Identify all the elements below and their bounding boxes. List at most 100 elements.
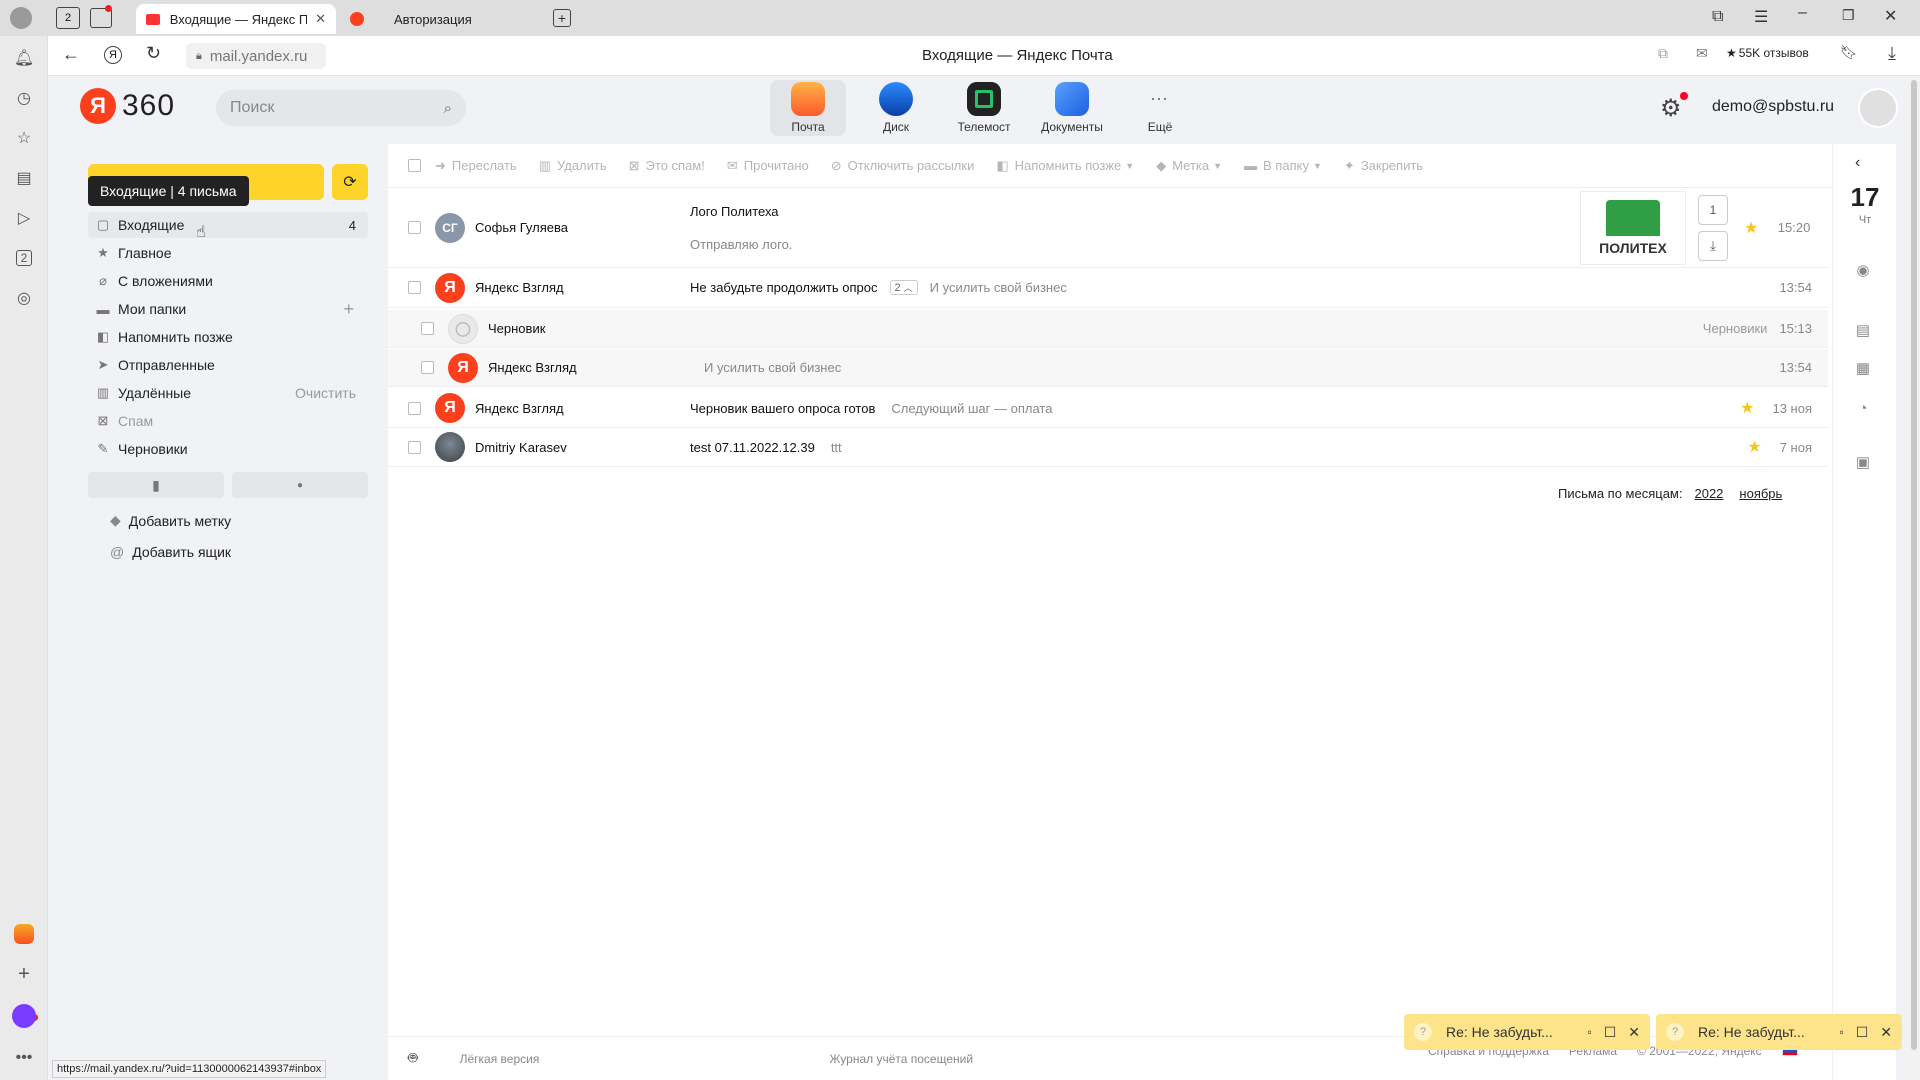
labels-tab-button[interactable]: ▮ [88, 472, 224, 498]
mail-action-icon[interactable]: ✉ [1696, 45, 1708, 62]
search-input[interactable]: Поиск [230, 99, 274, 117]
forward-button[interactable]: ➜ Переслать [435, 158, 517, 174]
close-draft-icon[interactable]: ✕ [1628, 1024, 1640, 1041]
draft-window[interactable]: ? Re: Не забудьт... ▫ ☐ ✕ [1404, 1014, 1650, 1050]
draft-window[interactable]: ? Re: Не забудьт... ▫ ☐ ✕ [1656, 1014, 1902, 1050]
tab-authorization[interactable]: Авторизация [340, 4, 530, 34]
user-email[interactable]: demo@spbstu.ru [1712, 98, 1834, 116]
delete-button[interactable]: ▥ Удалить [539, 158, 607, 174]
page-scrollbar[interactable] [1908, 76, 1920, 1080]
pin-button[interactable]: ✦ Закрепить [1344, 158, 1423, 174]
calendar-day[interactable]: 17 [1843, 182, 1887, 213]
folder-sent[interactable]: ➤ Отправленные [94, 352, 364, 378]
add-panel-icon[interactable]: + [12, 962, 36, 986]
minimize-draft-icon[interactable]: ▫ [1587, 1025, 1591, 1039]
service-mail[interactable]: Почта [770, 80, 846, 136]
tabs-overview-button[interactable]: 2 [56, 7, 80, 29]
restore-icon[interactable]: ❐ [1842, 7, 1855, 24]
tab-inbox[interactable]: Входящие — Яндекс П ✕ [136, 4, 336, 34]
folder-drafts[interactable]: ✎ Черновики [94, 436, 364, 462]
folder-inbox[interactable]: ▢ Входящие 4 [94, 212, 364, 238]
url-field[interactable]: 🔒︎ mail.yandex.ru [186, 43, 326, 69]
message-row[interactable]: СГ Софья Гуляева Лого Политеха Отправляю… [388, 188, 1828, 268]
bookmarks-panel-icon[interactable]: ⧉ [1712, 8, 1723, 26]
logo[interactable]: Я 360 [80, 88, 175, 124]
reload-icon[interactable]: ↻ [146, 43, 161, 64]
mark-read-button[interactable]: ✉ Прочитано [727, 158, 809, 174]
archive-month-link[interactable]: ноябрь [1739, 486, 1782, 501]
search-icon[interactable]: ⌕ [444, 100, 452, 117]
tab-number-icon[interactable]: 2 [12, 246, 36, 270]
service-more[interactable]: ⋯ Ещё [1122, 80, 1198, 138]
share-icon[interactable]: ⧉ [1658, 45, 1668, 62]
star-icon[interactable]: ★ [1747, 437, 1761, 457]
remind-later-button[interactable]: ◧ Напомнить позже ▼ [996, 158, 1134, 174]
search-field[interactable]: Поиск ⌕ [216, 90, 466, 126]
back-icon[interactable]: ← [62, 44, 80, 65]
message-checkbox[interactable] [421, 361, 434, 374]
folder-deleted[interactable]: ▥ Удалённые Очистить [94, 380, 364, 406]
tasks-panel-icon[interactable]: ▣ [1847, 446, 1879, 478]
minimize-icon[interactable]: – [1798, 4, 1807, 22]
add-folder-button[interactable]: + [343, 299, 354, 320]
message-checkbox[interactable] [421, 322, 434, 335]
refresh-button[interactable]: ⟳ [332, 164, 368, 200]
favorites-icon[interactable]: ☆ [12, 126, 36, 150]
attachment-count-badge[interactable]: 1 [1698, 194, 1728, 225]
menu-icon[interactable]: ☰ [1754, 7, 1768, 27]
service-documents[interactable]: Документы [1034, 80, 1110, 138]
folder-spam[interactable]: ⊠ Спам [94, 408, 364, 434]
service-telemost[interactable]: Телемост [946, 80, 1022, 138]
folder-main[interactable]: ★ Главное [94, 240, 364, 266]
thread-row[interactable]: ◯ Черновик Черновики 15:13 [388, 310, 1828, 348]
close-tab-icon[interactable]: ✕ [315, 11, 326, 27]
more-panel-icon[interactable]: ••• [12, 1046, 36, 1070]
select-all-checkbox[interactable] [408, 159, 421, 172]
mail-app-icon[interactable] [12, 922, 36, 946]
spam-button[interactable]: ⊠ Это спам! [629, 158, 705, 174]
thread-count-badge[interactable]: 2 ︿ [889, 280, 918, 295]
bookmark-icon[interactable]: 🔖︎ [1840, 44, 1858, 61]
android-icon[interactable]: 🤖︎ [408, 1048, 418, 1070]
download-icon[interactable]: ⤓ [1698, 230, 1728, 261]
profile-icon[interactable] [10, 7, 32, 29]
add-mailbox-link[interactable]: @ Добавить ящик [110, 544, 231, 560]
message-checkbox[interactable] [408, 281, 421, 294]
stats-panel-icon[interactable]: ◔ [1847, 392, 1879, 424]
video-icon[interactable]: ▷ [12, 206, 36, 230]
message-checkbox[interactable] [408, 440, 421, 454]
telemost-panel-icon[interactable]: ◉ [1847, 254, 1879, 286]
folder-remind-later[interactable]: ◧ Напомнить позже [94, 324, 364, 350]
scroll-thumb[interactable] [1911, 80, 1917, 1050]
star-icon[interactable]: ★ [1744, 218, 1758, 238]
history-icon[interactable]: ◷ [12, 86, 36, 110]
move-to-folder-button[interactable]: ▬ В папку ▼ [1244, 158, 1322, 173]
folder-attachments[interactable]: ⌀ С вложениями [94, 268, 364, 294]
attachment-preview[interactable]: ПОЛИТЕХ [1580, 190, 1686, 265]
thread-row[interactable]: Я Яндекс Взгляд И усилить свой бизнес 13… [388, 349, 1828, 387]
folder-my-folders[interactable]: ▬ Мои папки + [94, 296, 364, 322]
alice-icon[interactable] [12, 1004, 36, 1028]
service-disk[interactable]: Диск [858, 80, 934, 138]
label-button[interactable]: ◆ Метка ▼ [1156, 158, 1222, 174]
downloads-icon[interactable]: ⤓ [1888, 43, 1896, 64]
notes-panel-icon[interactable]: ▤ [1847, 314, 1879, 346]
close-window-icon[interactable]: ✕ [1884, 6, 1897, 26]
unsubscribe-button[interactable]: ⊘ Отключить рассылки [831, 158, 975, 174]
expand-draft-icon[interactable]: ☐ [1856, 1024, 1869, 1041]
close-draft-icon[interactable]: ✕ [1880, 1024, 1892, 1041]
new-tab-button[interactable]: + [553, 9, 571, 27]
light-version-link[interactable]: Лёгкая версия [460, 1052, 540, 1066]
yandex-home-icon[interactable]: Я [104, 46, 122, 64]
message-row[interactable]: Я Яндекс Взгляд Черновик вашего опроса г… [388, 389, 1828, 428]
collapse-panel-icon[interactable]: ‹ [1855, 154, 1860, 172]
collections-icon[interactable]: ▤ [12, 166, 36, 190]
archive-year-link[interactable]: 2022 [1694, 486, 1723, 501]
screenshot-icon[interactable]: ◎ [12, 286, 36, 310]
dot-tab-button[interactable]: ● [232, 472, 368, 498]
message-row[interactable]: Dmitriy Karasev test 07.11.2022.12.39 tt… [388, 428, 1828, 467]
message-checkbox[interactable] [408, 401, 421, 415]
message-checkbox[interactable] [408, 221, 421, 234]
settings-icon[interactable]: ⚙ [1660, 94, 1682, 123]
message-row[interactable]: Я Яндекс Взгляд Не забудьте продолжить о… [388, 268, 1828, 308]
